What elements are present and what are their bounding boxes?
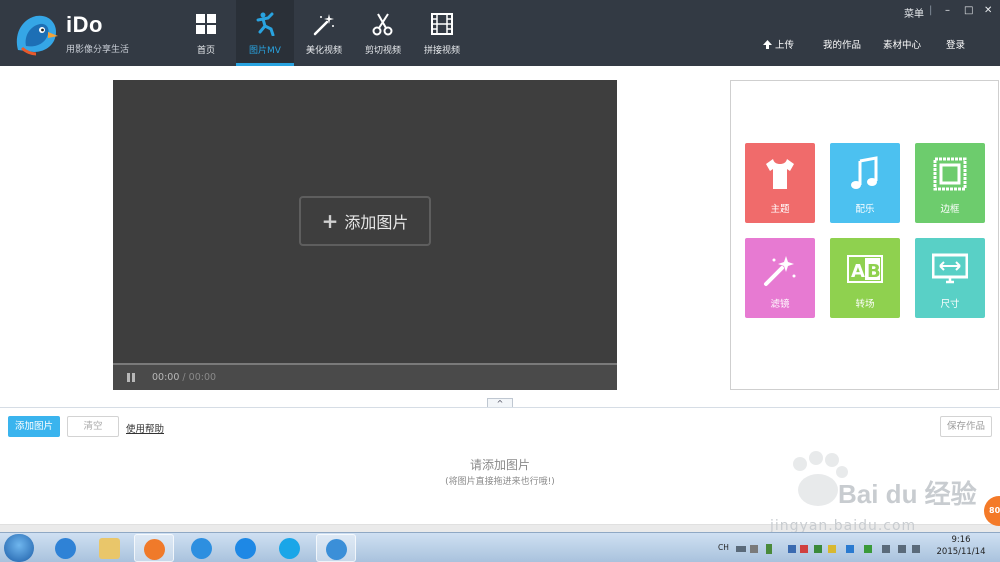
magic-wand-icon bbox=[764, 256, 796, 286]
menu-button[interactable]: 菜单 bbox=[904, 5, 924, 20]
resize-screen-icon bbox=[932, 253, 968, 284]
add-image-label: 添加图片 bbox=[344, 213, 409, 232]
plus-icon: + bbox=[321, 209, 339, 233]
nav-home[interactable]: 首页 bbox=[177, 0, 235, 66]
nav-label: 拼接视频 bbox=[423, 46, 460, 56]
add-images-button[interactable]: 添加图片 bbox=[8, 416, 60, 437]
minimize-icon[interactable]: – bbox=[945, 5, 950, 16]
magic-wand-icon bbox=[313, 14, 334, 36]
section-divider bbox=[0, 407, 1000, 408]
login-link[interactable]: 登录 bbox=[946, 37, 965, 51]
video-preview: + 添加图片 00:00 / 00:00 bbox=[113, 80, 617, 390]
time-display: 00:00 / 00:00 bbox=[152, 372, 216, 383]
media-app-icon[interactable] bbox=[134, 534, 174, 562]
clear-button[interactable]: 清空 bbox=[67, 416, 119, 437]
pause-icon[interactable] bbox=[127, 373, 136, 382]
upload-label: 上传 bbox=[775, 40, 795, 51]
nav-join-video[interactable]: 拼接视频 bbox=[413, 0, 471, 66]
clock-date: 2015/11/14 bbox=[936, 547, 986, 557]
nav-label: 首页 bbox=[196, 46, 215, 56]
ab-transition-icon: A B bbox=[847, 255, 883, 283]
app-slogan: 用影像分享生活 bbox=[66, 45, 130, 55]
help-link[interactable]: 使用帮助 bbox=[126, 421, 164, 435]
frame-icon bbox=[933, 157, 967, 191]
badge-icon[interactable]: 80 bbox=[984, 496, 1000, 526]
dancer-icon bbox=[256, 12, 275, 36]
tool-music[interactable]: 配乐 bbox=[830, 143, 900, 223]
tool-label: 滤镜 bbox=[770, 299, 790, 310]
tshirt-icon bbox=[766, 159, 794, 189]
nav-beautify-video[interactable]: 美化视频 bbox=[295, 0, 353, 66]
taskbar-clock[interactable]: 9:16 2015/11/14 bbox=[936, 534, 986, 558]
svg-text:B: B bbox=[867, 261, 881, 282]
app-name: iDo bbox=[66, 12, 103, 37]
nav-photo-mv[interactable]: 图片MV bbox=[236, 0, 294, 66]
tool-filter[interactable]: 滤镜 bbox=[745, 238, 815, 318]
tool-frame[interactable]: 边框 bbox=[915, 143, 985, 223]
grid-icon bbox=[196, 14, 216, 34]
player-icon[interactable] bbox=[270, 534, 310, 562]
tool-label: 转场 bbox=[855, 299, 875, 310]
nav-cut-video[interactable]: 剪切视频 bbox=[354, 0, 412, 66]
app-header: iDo 用影像分享生活 首页 图片MV 美化视频 剪切视频 拼接视频 菜单 | … bbox=[0, 0, 1000, 66]
tool-panel: 主题 配乐 边框 滤镜 A B 转场 尺寸 bbox=[730, 80, 999, 390]
time-separator: / bbox=[182, 372, 186, 383]
scissors-icon bbox=[372, 13, 393, 36]
music-note-icon bbox=[851, 156, 878, 189]
watermark-text: Bai du 经验 bbox=[838, 479, 977, 509]
window-separator: | bbox=[929, 5, 933, 16]
upload-arrow-icon bbox=[763, 40, 772, 49]
cloud-icon[interactable] bbox=[182, 534, 222, 562]
tool-label: 配乐 bbox=[855, 204, 875, 215]
file-explorer-icon[interactable] bbox=[90, 534, 130, 562]
film-strip-icon bbox=[431, 13, 453, 35]
tool-label: 尺寸 bbox=[940, 299, 960, 310]
nav-label: 图片MV bbox=[249, 46, 281, 56]
start-button-icon[interactable] bbox=[4, 534, 34, 562]
tool-label: 主题 bbox=[770, 204, 790, 215]
materials-link[interactable]: 素材中心 bbox=[883, 37, 921, 51]
save-button[interactable]: 保存作品 bbox=[940, 416, 992, 437]
nav-label: 美化视频 bbox=[305, 46, 342, 56]
time-current: 00:00 bbox=[152, 372, 180, 383]
time-total: 00:00 bbox=[188, 372, 217, 383]
input-language[interactable]: CH bbox=[718, 543, 729, 552]
tool-transition[interactable]: A B 转场 bbox=[830, 238, 900, 318]
nav-label: 剪切视频 bbox=[364, 46, 401, 56]
playback-controls: 00:00 / 00:00 bbox=[113, 365, 617, 390]
tool-size[interactable]: 尺寸 bbox=[915, 238, 985, 318]
svg-text:A: A bbox=[851, 261, 865, 282]
tool-label: 边框 bbox=[940, 204, 960, 215]
k-app-icon[interactable] bbox=[226, 534, 266, 562]
tool-theme[interactable]: 主题 bbox=[745, 143, 815, 223]
close-icon[interactable]: ✕ bbox=[984, 5, 992, 16]
restore-icon[interactable]: □ bbox=[964, 5, 973, 16]
ido-logo-icon bbox=[12, 12, 60, 56]
upload-link[interactable]: 上传 bbox=[763, 37, 794, 51]
add-image-button[interactable]: + 添加图片 bbox=[299, 196, 431, 246]
my-works-link[interactable]: 我的作品 bbox=[823, 37, 861, 51]
windows-taskbar: CH bbox=[0, 532, 1000, 562]
ido-icon[interactable] bbox=[316, 534, 356, 562]
internet-explorer-icon[interactable] bbox=[46, 534, 86, 562]
system-tray-icons[interactable] bbox=[736, 544, 926, 554]
clock-time: 9:16 bbox=[951, 535, 971, 545]
